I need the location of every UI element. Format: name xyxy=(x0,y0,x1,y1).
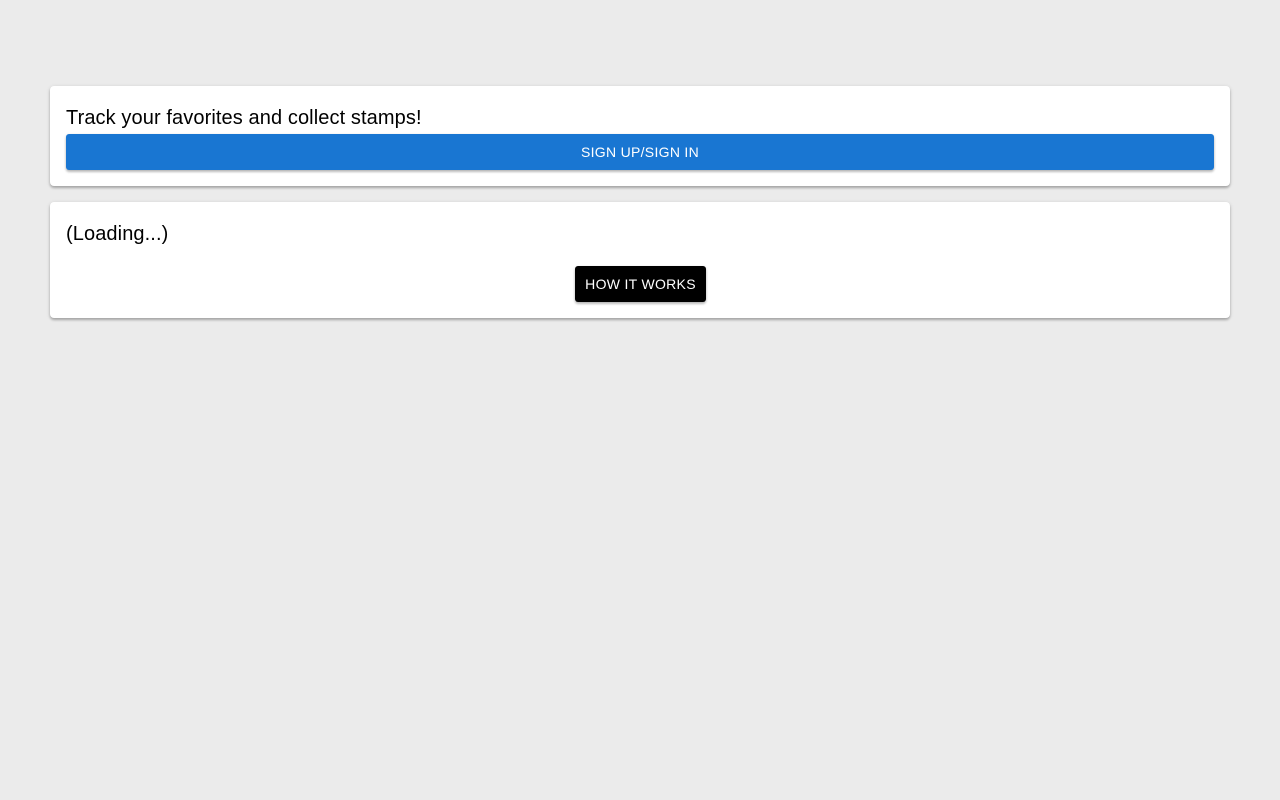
app-page: Track your favorites and collect stamps!… xyxy=(0,0,1280,800)
signin-card: Track your favorites and collect stamps!… xyxy=(50,86,1230,186)
loading-status-title: (Loading...) xyxy=(66,223,169,245)
signin-card-title: Track your favorites and collect stamps! xyxy=(66,107,422,129)
sign-up-sign-in-button[interactable]: SIGN UP/SIGN IN xyxy=(66,134,1214,170)
status-card: (Loading...) HOW IT WORKS xyxy=(50,202,1230,318)
how-it-works-button[interactable]: HOW IT WORKS xyxy=(575,266,706,302)
